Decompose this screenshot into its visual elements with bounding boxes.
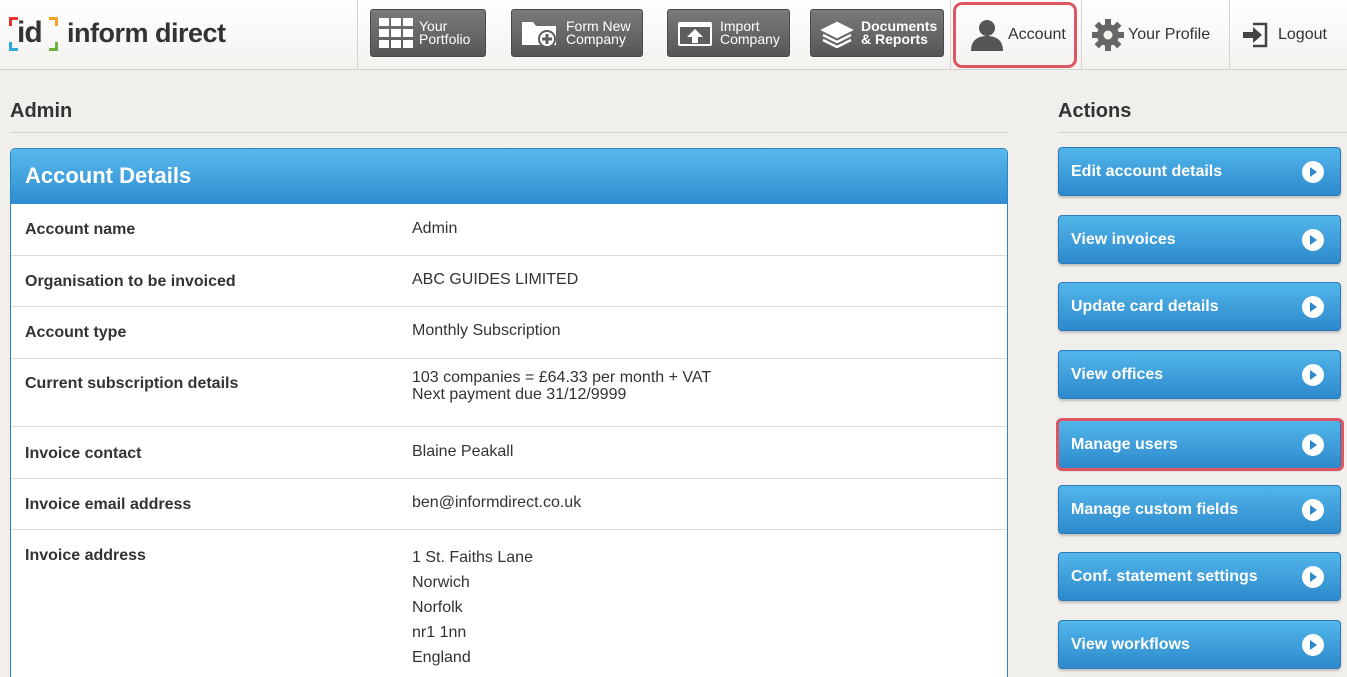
logo-mark-text: id xyxy=(17,16,43,49)
nav-account-link[interactable]: Account xyxy=(953,2,1077,68)
nav-import-company-button[interactable]: Import Company xyxy=(667,9,790,57)
nav-form-new-company-button[interactable]: Form New Company xyxy=(511,9,643,57)
folder-add-icon xyxy=(522,22,556,48)
logo-mark: id xyxy=(9,13,58,53)
detail-row-invoice-email: Invoice email address ben@informdirect.c… xyxy=(11,479,1007,530)
nav-documents-reports-button[interactable]: Documents & Reports xyxy=(810,9,944,57)
action-label: Manage custom fields xyxy=(1071,501,1239,518)
actions-divider xyxy=(1058,132,1347,133)
nav-import-company-label: Import Company xyxy=(720,18,780,47)
detail-value: ben@informdirect.co.uk xyxy=(412,490,581,515)
nav-your-profile-label: Your Profile xyxy=(1128,26,1211,43)
top-header: id inform direct Your Portfolio Form New… xyxy=(0,0,1347,70)
nav-logout-link[interactable]: Logout xyxy=(1240,0,1344,70)
action-label: Update card details xyxy=(1071,298,1219,315)
action-label: View offices xyxy=(1071,366,1164,383)
manage-users-button[interactable]: Manage users xyxy=(1058,420,1341,469)
nav-your-profile-link[interactable]: Your Profile xyxy=(1090,0,1226,70)
arrow-right-icon xyxy=(1302,499,1324,521)
view-workflows-button[interactable]: View workflows xyxy=(1058,620,1341,669)
logout-icon xyxy=(1243,22,1268,48)
nav-logout-label: Logout xyxy=(1278,26,1327,43)
detail-row-subscription: Current subscription details 103 compani… xyxy=(11,359,1007,427)
detail-value-line: Admin xyxy=(412,220,458,237)
detail-value: Blaine Peakall xyxy=(412,439,513,464)
nav-form-new-company-label: Form New Company xyxy=(566,18,631,47)
manage-custom-fields-button[interactable]: Manage custom fields xyxy=(1058,485,1341,534)
detail-value-line: ben@informdirect.co.uk xyxy=(412,494,582,511)
brand-logo[interactable]: id inform direct xyxy=(9,12,226,54)
arrow-right-icon xyxy=(1302,161,1324,183)
detail-label: Invoice contact xyxy=(25,445,142,462)
update-card-details-button[interactable]: Update card details xyxy=(1058,282,1341,331)
gear-icon xyxy=(1092,19,1124,51)
arrow-right-icon xyxy=(1302,634,1324,656)
detail-value: 1 St. Faiths Lane Norwich Norfolk nr1 1n… xyxy=(412,545,533,670)
detail-value: Monthly Subscription xyxy=(412,318,561,343)
action-label: Edit account details xyxy=(1071,163,1223,180)
conf-statement-settings-button[interactable]: Conf. statement settings xyxy=(1058,552,1341,601)
grid-icon xyxy=(379,18,413,48)
arrow-right-icon xyxy=(1302,229,1324,251)
detail-row-account-name: Account name Admin xyxy=(11,204,1007,256)
nav-your-portfolio-label: Your Portfolio xyxy=(419,18,471,47)
arrow-right-icon xyxy=(1302,566,1324,588)
detail-value-line: Monthly Subscription xyxy=(412,322,561,339)
detail-value-line: Norwich xyxy=(412,574,470,591)
action-label: Conf. statement settings xyxy=(1071,568,1258,585)
detail-value-line: Norfolk xyxy=(412,599,463,616)
upload-icon xyxy=(678,22,712,46)
nav-your-portfolio-button[interactable]: Your Portfolio xyxy=(370,9,486,57)
documents-stack-icon xyxy=(820,21,854,48)
detail-value: Admin xyxy=(412,216,457,241)
actions-title: Actions xyxy=(1058,100,1132,122)
nav-account-label: Account xyxy=(1008,26,1066,43)
detail-label: Account name xyxy=(25,221,136,238)
nav-documents-reports-label: Documents & Reports xyxy=(861,18,938,47)
detail-value-line: 103 companies = £64.33 per month + VAT xyxy=(412,369,712,386)
view-offices-button[interactable]: View offices xyxy=(1058,350,1341,399)
detail-value-line: Next payment due 31/12/9999 xyxy=(412,386,627,403)
detail-value-line: 1 St. Faiths Lane xyxy=(412,549,533,566)
detail-label: Account type xyxy=(25,324,127,341)
detail-value: 103 companies = £64.33 per month + VAT N… xyxy=(412,369,711,403)
title-divider xyxy=(10,132,1008,133)
account-details-panel: Account Details Account name Admin Organ… xyxy=(10,148,1008,677)
detail-label: Invoice email address xyxy=(25,496,192,513)
action-label: Manage users xyxy=(1071,436,1178,453)
detail-row-invoice-contact: Invoice contact Blaine Peakall xyxy=(11,427,1007,479)
detail-value: ABC GUIDES LIMITED xyxy=(412,267,578,292)
action-label: View invoices xyxy=(1071,231,1176,248)
arrow-right-icon xyxy=(1302,364,1324,386)
view-invoices-button[interactable]: View invoices xyxy=(1058,215,1341,264)
detail-label: Current subscription details xyxy=(25,375,239,392)
account-details-heading: Account Details xyxy=(11,149,1007,204)
arrow-right-icon xyxy=(1302,434,1324,456)
arrow-right-icon xyxy=(1302,296,1324,318)
detail-value-line: England xyxy=(412,649,471,666)
edit-account-details-button[interactable]: Edit account details xyxy=(1058,147,1341,196)
detail-value-line: Blaine Peakall xyxy=(412,443,514,460)
detail-row-account-type: Account type Monthly Subscription xyxy=(11,307,1007,359)
detail-row-organisation: Organisation to be invoiced ABC GUIDES L… xyxy=(11,256,1007,307)
detail-row-invoice-address: Invoice address 1 St. Faiths Lane Norwic… xyxy=(11,530,1007,677)
page-title: Admin xyxy=(10,100,73,122)
action-label: View workflows xyxy=(1071,636,1190,653)
brand-name: inform direct xyxy=(67,18,226,48)
detail-value-line: ABC GUIDES LIMITED xyxy=(412,271,579,288)
detail-value-line: nr1 1nn xyxy=(412,624,467,641)
user-icon xyxy=(971,20,1003,51)
detail-label: Organisation to be invoiced xyxy=(25,273,236,290)
detail-label: Invoice address xyxy=(25,547,146,564)
